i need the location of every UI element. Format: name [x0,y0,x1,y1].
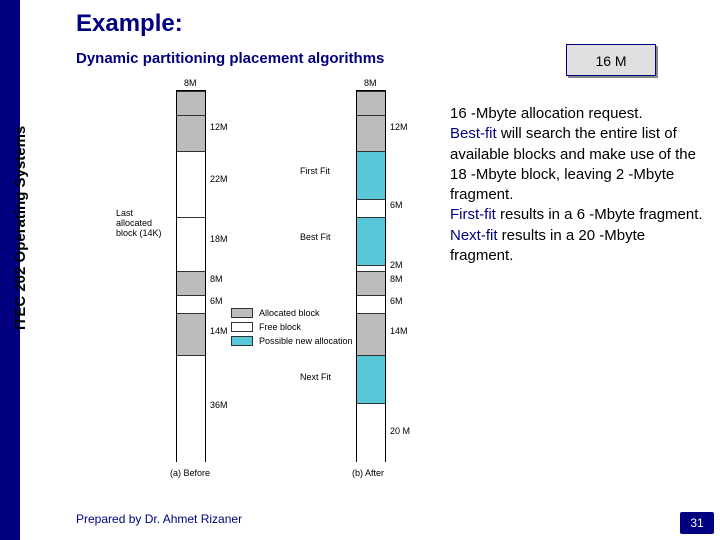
seg [357,271,385,295]
seg [177,115,205,151]
seg [357,295,385,313]
page-title: Example: [76,10,183,38]
seg [357,151,385,199]
seg [357,313,385,355]
lbl-a6: 14M [210,326,228,336]
lbl-a-top: 8M [184,78,197,88]
footer: Prepared by Dr. Ahmet Rizaner [76,512,242,526]
seg [357,403,385,463]
lbl-a7: 36M [210,400,228,410]
column-before [176,90,206,462]
caption-after: (b) After [352,468,384,478]
seg [177,151,205,217]
lbl-b2: 6M [390,200,403,210]
legend: Allocated block Free block Possible new … [231,308,353,350]
subtitle: Dynamic partitioning placement algorithm… [76,50,384,67]
legend-label-new: Possible new allocation [259,336,353,346]
course-label: ITEC 202 Operating Systems [12,126,29,330]
lbl-a5: 6M [210,296,223,306]
legend-row: Possible new allocation [231,336,353,346]
legend-label-free: Free block [259,322,301,332]
body-text: 16 -Mbyte allocation request. Best-fit w… [450,104,710,266]
body-p3: results in a 6 -Mbyte fragment. [496,206,703,223]
keyword-nextfit: Next-fit [450,227,498,244]
seg [357,91,385,115]
arrow-first-fit: First Fit [300,166,330,176]
allocation-badge: 16 M [566,44,656,76]
seg [357,217,385,265]
body-p1: 16 -Mbyte allocation request. [450,105,643,122]
memory-diagram: 8M 12M 22M 18M 8M 6M 14M 36M Last alloca… [76,90,446,490]
lbl-b3: 2M [390,260,403,270]
keyword-bestfit: Best-fit [450,125,497,142]
legend-row: Free block [231,322,353,332]
column-after [356,90,386,462]
lbl-b1: 12M [390,122,408,132]
lbl-a3: 18M [210,234,228,244]
lbl-b-top: 8M [364,78,377,88]
seg [177,91,205,115]
legend-swatch-new [231,336,253,346]
legend-swatch-free [231,322,253,332]
page-number: 31 [680,512,714,534]
lbl-b7: 20 M [390,426,410,436]
arrow-last-allocated: Last allocated block (14K) [116,208,174,238]
lbl-a4: 8M [210,274,223,284]
keyword-firstfit: First-fit [450,206,496,223]
lbl-a1: 12M [210,122,228,132]
seg [177,313,205,355]
arrow-next-fit: Next Fit [300,372,331,382]
arrow-best-fit: Best Fit [300,232,331,242]
seg [357,199,385,217]
seg [177,271,205,295]
seg [357,115,385,151]
lbl-a2: 22M [210,174,228,184]
lbl-b6: 14M [390,326,408,336]
seg [177,295,205,313]
caption-before: (a) Before [170,468,210,478]
legend-row: Allocated block [231,308,353,318]
slide: Example: Dynamic partitioning placement … [0,0,720,540]
lbl-b5: 6M [390,296,403,306]
seg [177,217,205,271]
lbl-b4: 8M [390,274,403,284]
seg [357,355,385,403]
legend-label-allocated: Allocated block [259,308,320,318]
seg [177,355,205,463]
legend-swatch-allocated [231,308,253,318]
